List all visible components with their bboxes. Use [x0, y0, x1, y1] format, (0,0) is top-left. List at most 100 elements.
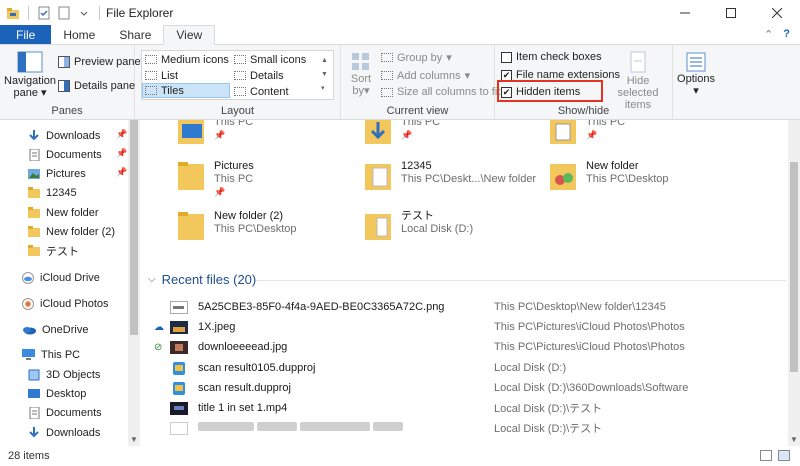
- properties-icon[interactable]: [37, 6, 51, 20]
- pin-icon: 📌: [401, 130, 413, 140]
- quick-access-tile[interactable]: Pictures This PC 📌: [176, 160, 254, 199]
- content-scrollbar[interactable]: ▼: [788, 120, 800, 446]
- recent-file-row[interactable]: scan result.dupproj Local Disk (D:)\360D…: [154, 378, 784, 398]
- quick-access-tile[interactable]: テスト Local Disk (D:): [363, 210, 473, 244]
- group-by-button[interactable]: Group by ▾: [381, 51, 452, 64]
- nav-onedrive[interactable]: OneDrive: [22, 320, 88, 339]
- quick-access-tile[interactable]: 12345 This PC\Deskt...\New folder: [363, 160, 536, 194]
- chevron-down-icon[interactable]: [77, 6, 91, 20]
- hide-selected-items-button[interactable]: Hide selected items: [606, 51, 670, 111]
- section-divider: [256, 280, 786, 281]
- tab-view[interactable]: View: [163, 25, 216, 45]
- download-icon: [29, 129, 39, 140]
- recent-file-row[interactable]: title 1 in set 1.mp4 Local Disk (D:)\テスト: [154, 398, 784, 418]
- options-icon: [686, 52, 706, 72]
- recent-file-row[interactable]: Local Disk (D:)\テスト: [154, 418, 784, 438]
- item-check-boxes-toggle[interactable]: Item check boxes: [501, 51, 602, 63]
- layout-details[interactable]: Details: [234, 68, 284, 83]
- documents-icon: [29, 148, 40, 161]
- folder-icon: [28, 207, 40, 218]
- scroll-down-icon[interactable]: ▼: [130, 435, 138, 444]
- pictures-folder-icon: [178, 162, 204, 190]
- this-pc-icon: [22, 349, 35, 360]
- content-icon: [234, 87, 246, 96]
- nav-folder-test[interactable]: テスト: [28, 241, 79, 260]
- nav-folder-new-folder[interactable]: New folder: [28, 203, 99, 222]
- preview-pane-button[interactable]: Preview pane: [58, 56, 141, 68]
- dupproj-file-icon: [173, 361, 185, 375]
- cloud-icon: ☁: [154, 321, 164, 333]
- jpeg-file-icon: [170, 320, 188, 334]
- nav-icloud-drive[interactable]: iCloud Drive: [22, 268, 100, 287]
- nav-folder-new-folder-2[interactable]: New folder (2): [28, 222, 115, 241]
- folder-icon: [365, 214, 391, 240]
- tab-home[interactable]: Home: [51, 25, 107, 44]
- nav-icloud-photos[interactable]: iCloud Photos: [22, 294, 109, 313]
- quick-access-tile[interactable]: This PC 📌: [363, 120, 440, 150]
- quick-access-tile[interactable]: This PC 📌: [176, 120, 253, 150]
- blurred-file-name: [198, 422, 494, 434]
- content-area: This PC 📌 This PC 📌 This PC 📌 Pictures This …: [140, 120, 788, 446]
- layout-small-icons[interactable]: Small icons: [234, 52, 306, 67]
- minimize-ribbon-icon[interactable]: ⌃: [764, 28, 773, 41]
- size-all-columns-button[interactable]: Size all columns to fit: [381, 86, 500, 98]
- folder-icon: [178, 212, 204, 240]
- layout-list[interactable]: List: [145, 68, 178, 83]
- folder-icon: [550, 164, 576, 190]
- layout-content[interactable]: Content: [234, 84, 289, 99]
- nav-scrollbar-thumb[interactable]: [130, 120, 138, 335]
- minimize-button[interactable]: [662, 0, 708, 25]
- tab-file[interactable]: File: [0, 25, 52, 44]
- maximize-button[interactable]: [708, 0, 754, 25]
- nav-downloads-pinned[interactable]: Downloads: [28, 126, 100, 145]
- sort-by-button[interactable]: Sort by▾: [347, 51, 375, 97]
- nav-documents[interactable]: Documents: [28, 403, 102, 422]
- recent-file-row[interactable]: scan result0105.dupproj Local Disk (D:): [154, 358, 784, 378]
- recent-files-header[interactable]: ⌵ Recent files (20): [148, 272, 786, 287]
- documents-folder-icon: [550, 120, 576, 144]
- navigation-pane-button[interactable]: Navigation pane ▾: [4, 49, 56, 99]
- close-button[interactable]: [754, 0, 800, 25]
- add-columns-button[interactable]: Add columns ▾: [381, 69, 470, 82]
- icloud-drive-icon: [22, 271, 34, 284]
- downloads-folder-icon: [365, 120, 391, 144]
- panes-group-label: Panes: [51, 105, 83, 117]
- desktop-icon: [28, 389, 40, 398]
- layout-scroll-arrows[interactable]: ▲ ▼ ▾: [321, 54, 328, 96]
- nav-documents-pinned[interactable]: Documents: [28, 145, 102, 164]
- scroll-down-icon[interactable]: ▼: [790, 435, 798, 444]
- tab-share[interactable]: Share: [107, 25, 163, 44]
- nav-3d-objects[interactable]: 3D Objects: [28, 365, 100, 384]
- nav-scrollbar[interactable]: ▼: [128, 120, 140, 446]
- layout-medium-icons[interactable]: Medium icons: [145, 52, 229, 67]
- large-icons-view-icon[interactable]: [778, 450, 790, 461]
- recent-file-row[interactable]: ⊘ downloeeeead.jpg This PC\Pictures\iClo…: [154, 337, 784, 357]
- nav-downloads[interactable]: Downloads: [28, 423, 100, 442]
- help-icon[interactable]: ?: [783, 28, 790, 41]
- maximize-icon: [726, 7, 736, 18]
- details-view-icon[interactable]: [760, 450, 772, 461]
- status-bar: 28 items: [0, 446, 800, 466]
- options-button[interactable]: Options ▾: [676, 51, 716, 97]
- quick-access-tile[interactable]: This PC 📌: [548, 120, 625, 150]
- onedrive-icon: [23, 326, 36, 334]
- item-check-boxes-checkbox[interactable]: [501, 51, 512, 63]
- nav-desktop[interactable]: Desktop: [28, 384, 86, 403]
- nav-pictures-pinned[interactable]: Pictures: [28, 164, 86, 183]
- add-columns-icon: [381, 71, 393, 80]
- nav-this-pc[interactable]: This PC: [22, 345, 80, 364]
- folder-icon: [28, 245, 40, 256]
- quick-access-tile[interactable]: New folder (2) This PC\Desktop: [176, 210, 297, 244]
- recent-file-row[interactable]: 5A25CBE3-85F0-4f4a-9AED-BE0C3365A72C.png…: [154, 297, 784, 317]
- content-scrollbar-thumb[interactable]: [790, 162, 798, 372]
- quick-access-tile[interactable]: New folder This PC\Desktop: [548, 160, 669, 194]
- nav-folder-12345[interactable]: 12345: [28, 183, 77, 202]
- new-folder-icon[interactable]: [57, 6, 71, 20]
- medium-icons-icon: [145, 55, 157, 64]
- details-pane-button[interactable]: Details pane: [58, 80, 135, 92]
- file-name-extensions-checkbox[interactable]: ✔: [501, 69, 512, 81]
- ribbon: Navigation pane ▾ Preview pane Details p…: [0, 45, 800, 120]
- layout-tiles[interactable]: Tiles: [142, 83, 230, 98]
- folder-icon: [28, 187, 40, 198]
- recent-file-row[interactable]: ☁ 1X.jpeg This PC\Pictures\iCloud Photos…: [154, 317, 784, 337]
